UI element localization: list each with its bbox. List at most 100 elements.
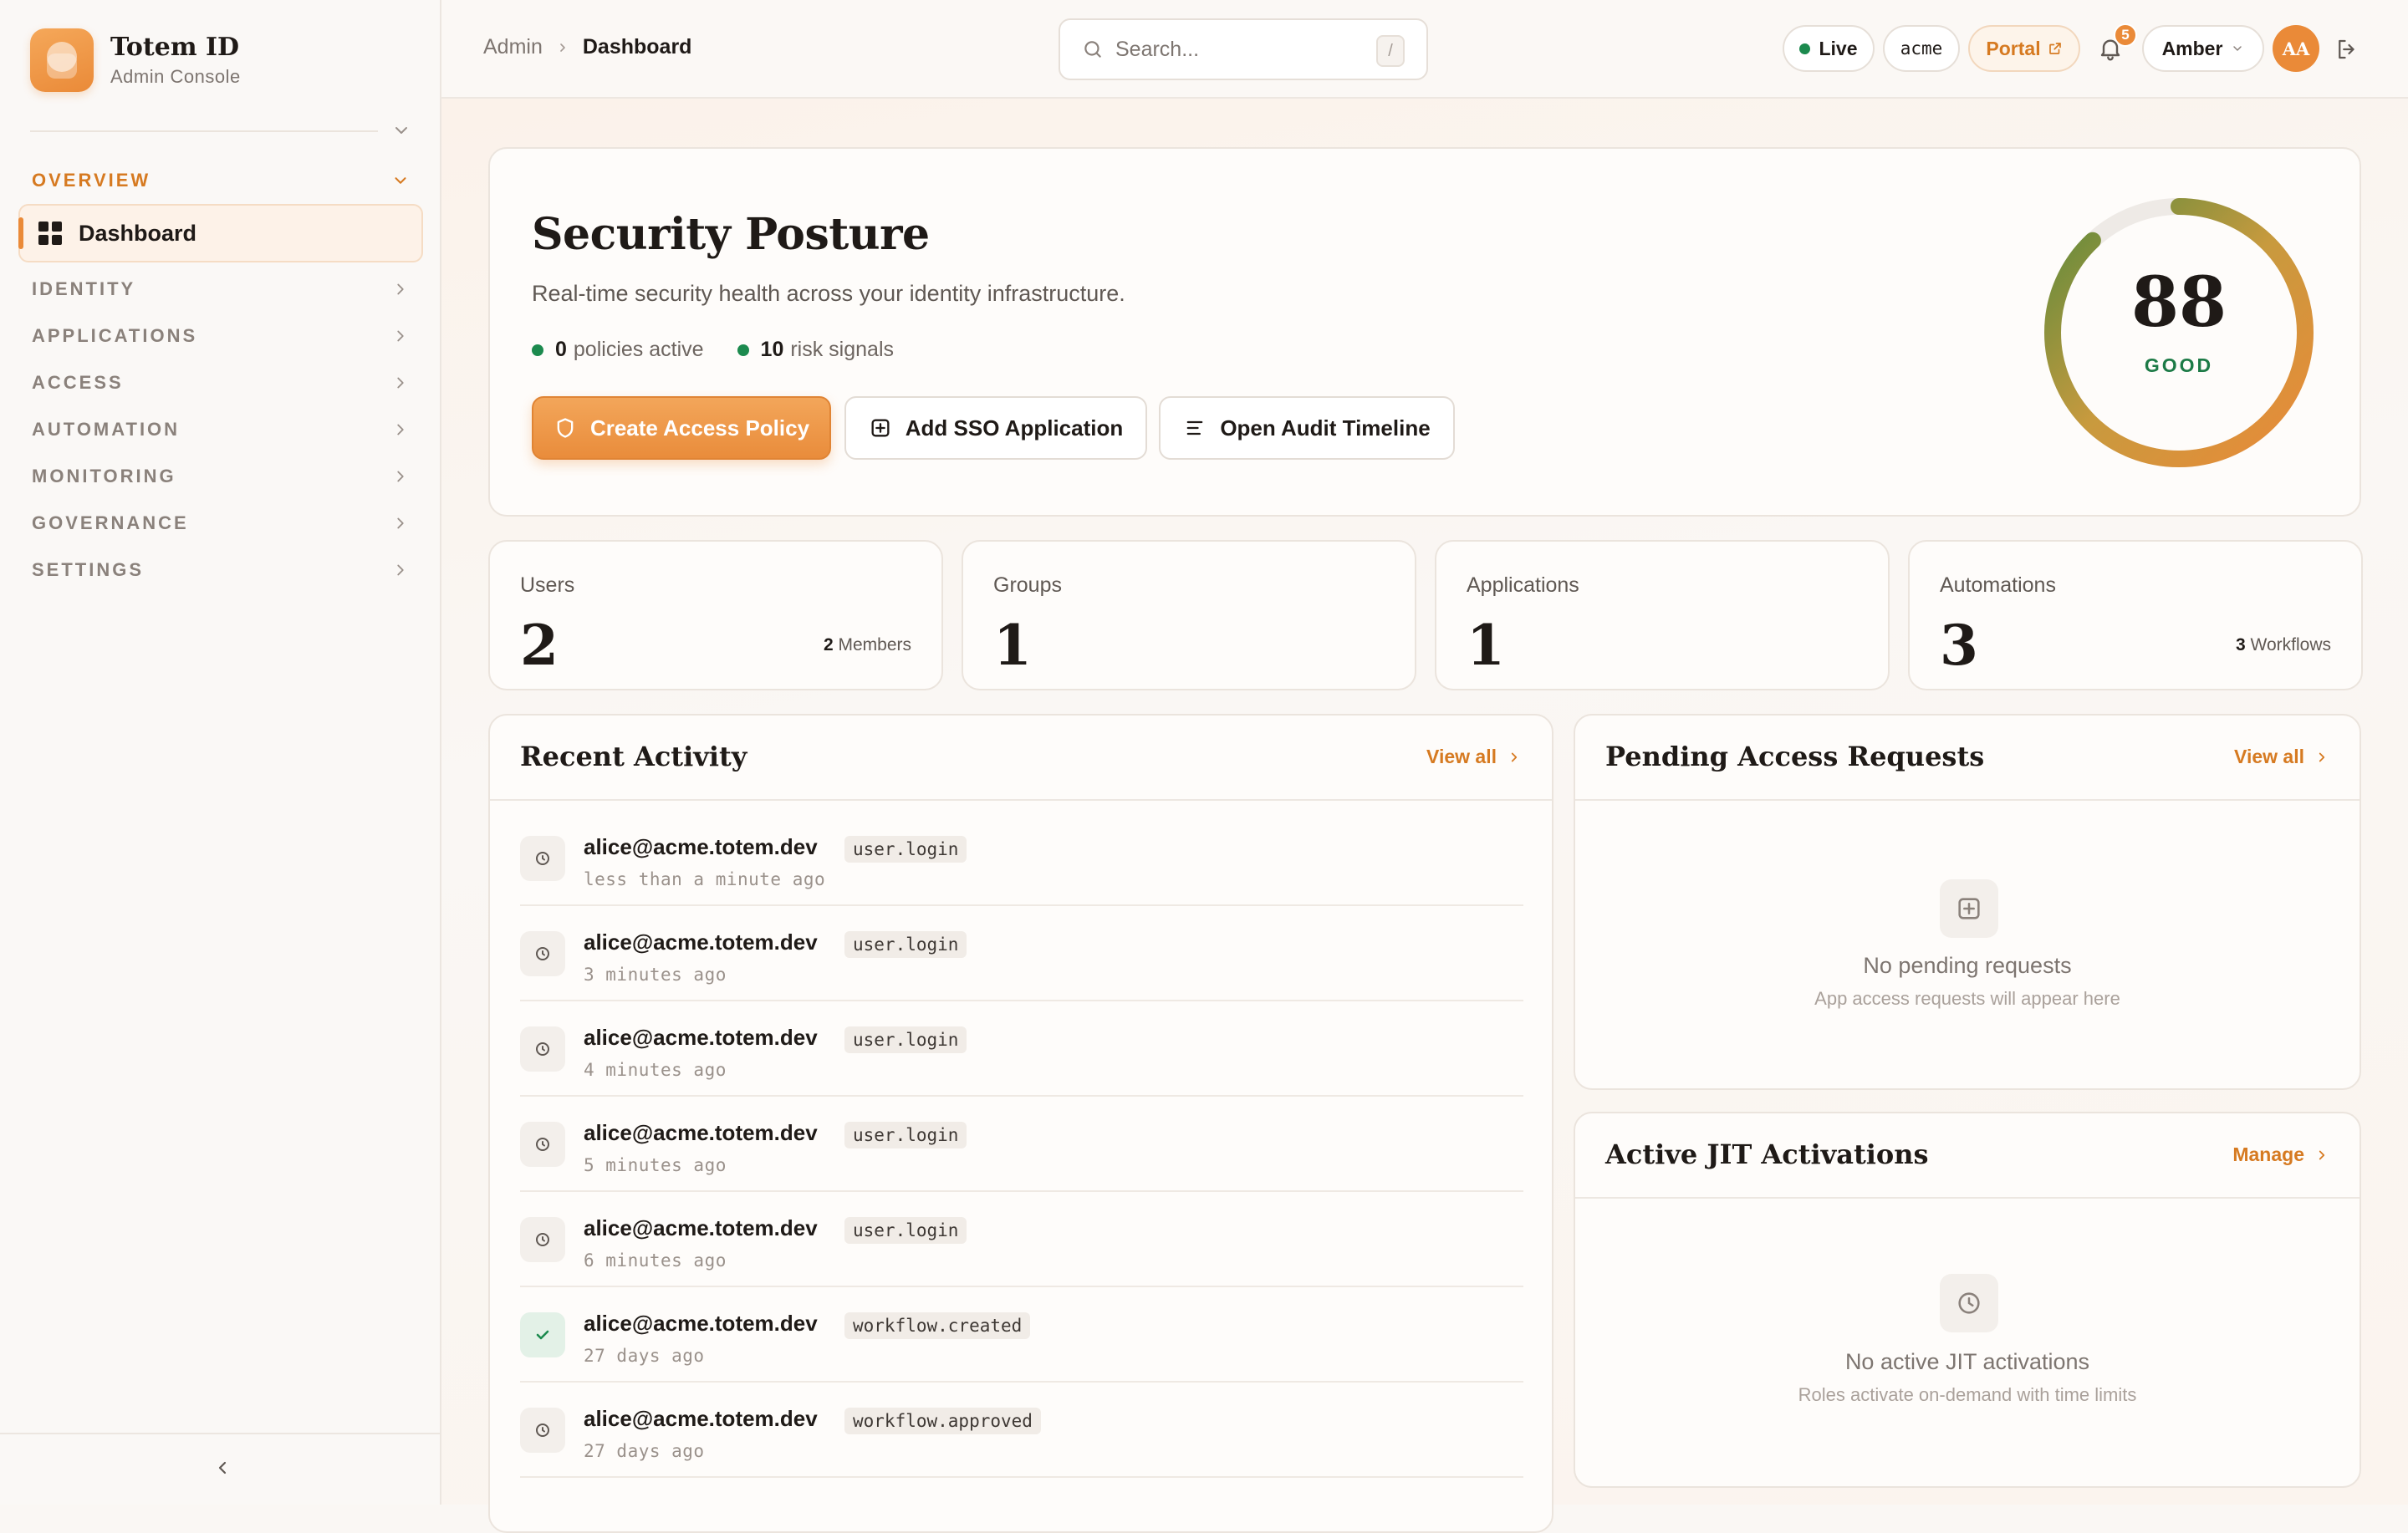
logout-icon[interactable]: [2334, 37, 2360, 62]
activity-user[interactable]: alice@acme.totem.dev: [584, 1025, 818, 1051]
external-link-icon: [2048, 43, 2061, 54]
sidebar-section-governance[interactable]: GOVERNANCE: [32, 507, 410, 540]
link-label: Manage: [2232, 1143, 2304, 1165]
sidebar-section-overview[interactable]: OVERVIEW: [32, 164, 410, 197]
clock-icon: [520, 1217, 565, 1262]
activity-timestamp: 27 days ago: [584, 1441, 705, 1461]
kpi-note: 3 Workflows: [2236, 635, 2331, 655]
search-input[interactable]: [1115, 37, 1366, 62]
clock-icon: [520, 1408, 565, 1453]
portal-link[interactable]: Portal: [1968, 25, 2080, 72]
chevron-right-icon: [1511, 752, 1518, 761]
sidebar-section-monitoring[interactable]: MONITORING: [32, 460, 410, 493]
activity-user[interactable]: alice@acme.totem.dev: [584, 1406, 818, 1432]
search-box[interactable]: /: [1059, 18, 1428, 80]
empty-state-title: No pending requests: [1863, 953, 2072, 978]
search-shortcut-key: /: [1376, 35, 1405, 67]
activity-view-all-link[interactable]: View all: [1426, 746, 1522, 768]
activity-timestamp: 3 minutes ago: [584, 965, 727, 985]
kpi-card-users[interactable]: Users 2 2 Members: [488, 540, 943, 690]
sidebar-section-access[interactable]: ACCESS: [32, 366, 410, 400]
activity-row[interactable]: alice@acme.totem.dev user.login 3 minutes …: [520, 906, 1523, 1001]
collapse-sidebar-chevron-left-icon[interactable]: [212, 1458, 232, 1478]
user-name: Amber: [2161, 37, 2223, 59]
clock-icon: [520, 1026, 565, 1072]
kpi-card-groups[interactable]: Groups 1: [962, 540, 1416, 690]
panel-header: Recent Activity View all: [490, 716, 1552, 801]
activity-row[interactable]: alice@acme.totem.dev workflow.approved 27 …: [520, 1383, 1523, 1478]
chevron-right-icon: [397, 377, 404, 389]
clock-icon: [520, 836, 565, 881]
sidebar-scroll-chevron-down-icon[interactable]: [391, 120, 411, 140]
breadcrumb-admin[interactable]: Admin: [483, 35, 543, 59]
activity-user[interactable]: alice@acme.totem.dev: [584, 1215, 818, 1241]
sidebar-section-label: MONITORING: [32, 466, 176, 486]
kpi-label: Users: [520, 573, 575, 597]
kpi-value: 3: [1940, 613, 1978, 678]
pending-access-requests-panel: Pending Access Requests View all No pend…: [1574, 714, 2361, 1090]
topbar: Admin Dashboard / Live acme Portal 5 Amb…: [441, 0, 2408, 99]
live-status-badge[interactable]: Live: [1783, 25, 1875, 72]
chevron-right-icon: [397, 564, 404, 576]
chevron-right-icon: [397, 517, 404, 529]
sidebar-section-label: ACCESS: [32, 372, 124, 393]
search-icon: [1084, 41, 1101, 58]
activity-user[interactable]: alice@acme.totem.dev: [584, 929, 818, 955]
activity-user[interactable]: alice@acme.totem.dev: [584, 1120, 818, 1146]
kpi-card-applications[interactable]: Applications 1: [1435, 540, 1890, 690]
link-label: View all: [1426, 746, 1497, 767]
panel-title: Recent Activity: [520, 741, 747, 772]
activity-row[interactable]: alice@acme.totem.dev user.login 6 minutes …: [520, 1192, 1523, 1287]
user-menu[interactable]: Amber: [2142, 25, 2264, 72]
activity-row[interactable]: alice@acme.totem.dev user.login 4 minutes …: [520, 1001, 1523, 1097]
kpi-value: 2: [520, 613, 559, 678]
org-label: acme: [1900, 38, 1943, 59]
sidebar-section-label: SETTINGS: [32, 559, 145, 580]
chevron-right-icon: [560, 43, 565, 52]
chevron-right-icon: [397, 330, 404, 342]
sidebar-section-identity[interactable]: IDENTITY: [32, 272, 410, 306]
breadcrumb-dashboard: Dashboard: [582, 35, 692, 59]
kpi-note-count: 2: [823, 635, 834, 654]
empty-state-title: No active JIT activations: [1844, 1349, 2090, 1374]
activity-row[interactable]: alice@acme.totem.dev user.login 5 minutes …: [520, 1097, 1523, 1192]
plus-square-icon: [871, 419, 890, 437]
posture-stats: 0 policies active 10 risk signals: [532, 338, 894, 362]
sidebar-section-settings[interactable]: SETTINGS: [32, 553, 410, 587]
chevron-right-icon: [397, 283, 404, 295]
activity-row[interactable]: alice@acme.totem.dev workflow.created 27 d…: [520, 1287, 1523, 1383]
activity-row[interactable]: alice@acme.totem.dev user.login less than …: [520, 811, 1523, 906]
avatar[interactable]: AA: [2273, 25, 2319, 72]
clock-icon: [520, 931, 565, 976]
activity-event-tag: user.login: [844, 836, 967, 863]
activity-event-tag: user.login: [844, 1026, 967, 1053]
check-icon: [520, 1312, 565, 1357]
breadcrumb: Admin Dashboard: [483, 35, 691, 59]
live-dot-icon: [1799, 43, 1811, 54]
activity-user[interactable]: alice@acme.totem.dev: [584, 1311, 818, 1337]
create-access-policy-button[interactable]: Create Access Policy: [532, 396, 831, 460]
security-score-value: 88: [2130, 262, 2227, 343]
sidebar-item-dashboard[interactable]: Dashboard: [18, 204, 423, 262]
add-sso-application-label: Add SSO Application: [905, 415, 1124, 441]
link-label: View all: [2234, 746, 2304, 767]
activity-timestamp: 27 days ago: [584, 1346, 705, 1366]
panel-title: Pending Access Requests: [1605, 741, 1985, 772]
kpi-card-automations[interactable]: Automations 3 3 Workflows: [1908, 540, 2363, 690]
brand[interactable]: Totem ID Admin Console: [30, 28, 241, 92]
jit-manage-link[interactable]: Manage: [2232, 1143, 2329, 1166]
open-audit-timeline-button[interactable]: Open Audit Timeline: [1159, 396, 1455, 460]
sidebar-section-label: AUTOMATION: [32, 419, 181, 440]
org-switcher[interactable]: acme: [1883, 25, 1960, 72]
pending-view-all-link[interactable]: View all: [2234, 746, 2329, 768]
dashboard-grid-icon: [38, 222, 62, 245]
security-score-label: GOOD: [2144, 354, 2214, 376]
add-sso-application-button[interactable]: Add SSO Application: [844, 396, 1147, 460]
activity-user[interactable]: alice@acme.totem.dev: [584, 834, 818, 860]
chevron-down-icon: [395, 177, 406, 184]
sidebar-section-applications[interactable]: APPLICATIONS: [32, 319, 410, 353]
live-label: Live: [1819, 37, 1858, 59]
activity-event-tag: workflow.created: [844, 1312, 1031, 1339]
clock-icon: [520, 1122, 565, 1167]
sidebar-section-automation[interactable]: AUTOMATION: [32, 413, 410, 446]
